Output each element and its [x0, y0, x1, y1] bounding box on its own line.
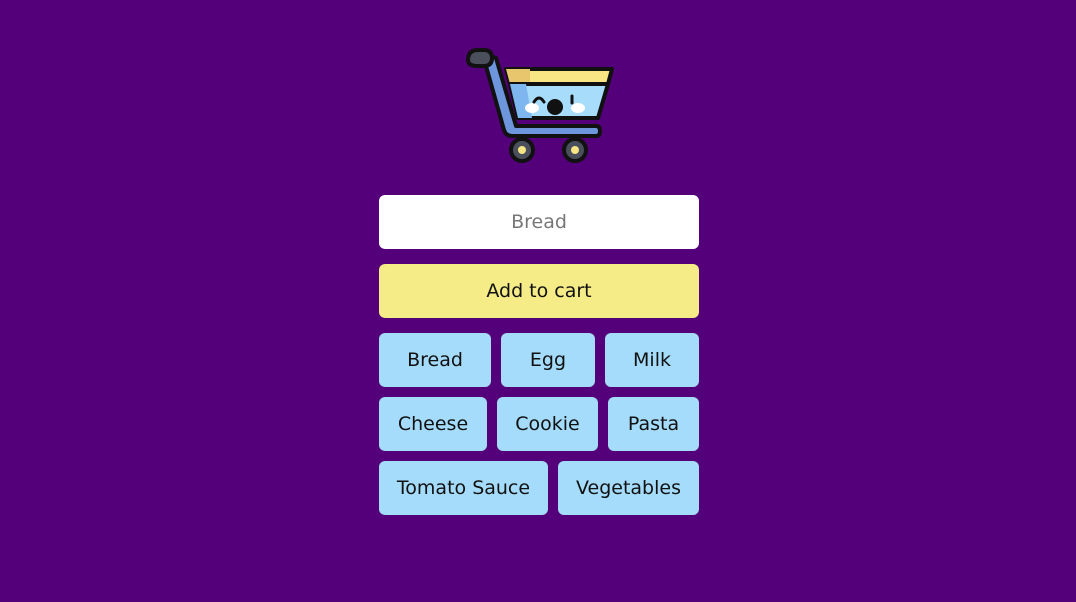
item-chip-tomato-sauce[interactable]: Tomato Sauce — [379, 461, 548, 515]
item-chip-egg[interactable]: Egg — [501, 333, 595, 387]
add-to-cart-button[interactable]: Add to cart — [379, 264, 699, 318]
cart-form: Add to cart Bread Egg Milk Cheese Cookie… — [379, 195, 699, 515]
item-chip-vegetables[interactable]: Vegetables — [558, 461, 699, 515]
item-chip-cheese[interactable]: Cheese — [379, 397, 487, 451]
item-row: Cheese Cookie Pasta — [379, 397, 699, 451]
item-row: Bread Egg Milk — [379, 333, 699, 387]
item-input[interactable] — [379, 195, 699, 249]
shopping-cart-app: Add to cart Bread Egg Milk Cheese Cookie… — [0, 0, 1076, 602]
shopping-cart-icon — [465, 48, 614, 163]
item-chip-milk[interactable]: Milk — [605, 333, 699, 387]
item-chip-cookie[interactable]: Cookie — [497, 397, 598, 451]
item-chip-pasta[interactable]: Pasta — [608, 397, 699, 451]
item-row: Tomato Sauce Vegetables — [379, 461, 699, 515]
item-chip-bread[interactable]: Bread — [379, 333, 491, 387]
